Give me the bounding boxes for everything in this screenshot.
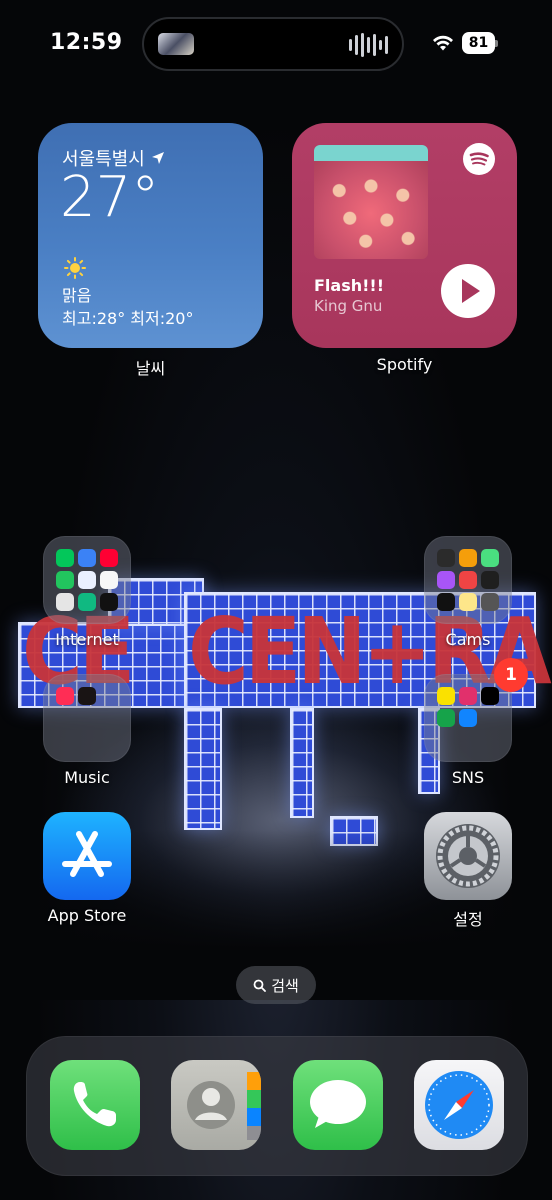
- album-art-icon: [314, 145, 428, 259]
- search-label: 검색: [271, 976, 299, 995]
- weather-high-low: 최고:28° 최저:20°: [62, 309, 194, 328]
- settings-gear-icon: [424, 812, 512, 900]
- dock-phone-app[interactable]: [50, 1060, 140, 1150]
- track-title: Flash!!!: [314, 276, 385, 295]
- wifi-icon: [433, 35, 453, 51]
- music-folder-icon: [43, 674, 131, 762]
- play-button[interactable]: [441, 264, 495, 318]
- settings-app[interactable]: 설정: [418, 812, 518, 930]
- dock-contacts-app[interactable]: [171, 1060, 261, 1150]
- stage-pillar-center: [290, 708, 314, 818]
- now-playing-art-icon: [158, 33, 194, 55]
- weather-temperature: 27°: [60, 165, 160, 230]
- cams-folder-icon: [424, 536, 512, 624]
- spotify-widget-caption: Spotify: [376, 355, 433, 374]
- messages-icon: [310, 1080, 366, 1128]
- sun-icon: [64, 257, 86, 279]
- dock-messages-app[interactable]: [293, 1060, 383, 1150]
- audio-waveform-icon: [349, 33, 388, 57]
- track-artist: King Gnu: [314, 297, 383, 315]
- dock-safari-app[interactable]: [414, 1060, 504, 1150]
- sns-folder-label: SNS: [451, 768, 485, 787]
- phone-icon: [73, 1082, 116, 1127]
- folder-cams[interactable]: Cams: [418, 536, 518, 649]
- music-folder-label: Music: [64, 768, 110, 787]
- folder-sns[interactable]: SNS: [418, 674, 518, 787]
- stage-pillar-left: [184, 708, 222, 830]
- internet-folder-icon: [43, 536, 131, 624]
- play-icon: [462, 279, 480, 303]
- weather-widget-caption: 날씨: [135, 359, 166, 378]
- location-arrow-icon: [151, 152, 164, 164]
- cams-folder-label: Cams: [445, 630, 491, 649]
- status-time: 12:59: [50, 30, 123, 55]
- battery-icon: 81: [462, 32, 498, 54]
- internet-folder-label: Internet: [55, 630, 119, 649]
- app-store-icon: [43, 812, 131, 900]
- dynamic-island[interactable]: [142, 17, 404, 71]
- spotify-icon: [463, 143, 495, 175]
- settings-label: 설정: [453, 910, 483, 929]
- weather-condition: 맑음: [62, 286, 92, 305]
- folder-internet[interactable]: Internet: [37, 536, 137, 649]
- search-icon: [253, 979, 267, 992]
- safari-compass-icon: [425, 1071, 493, 1139]
- app-store-app[interactable]: App Store: [37, 812, 137, 925]
- contacts-icon: [187, 1072, 261, 1140]
- weather-widget[interactable]: 서울특별시 27° 맑음 최고:28° 최저:20°: [38, 123, 263, 348]
- battery-level: 81: [462, 32, 495, 54]
- folder-music[interactable]: Music: [37, 674, 137, 787]
- spotify-widget[interactable]: Flash!!! King Gnu: [292, 123, 517, 348]
- notification-badge: 1: [494, 658, 528, 692]
- spotlight-search-button[interactable]: 검색: [236, 966, 316, 1004]
- app-store-label: App Store: [47, 906, 127, 925]
